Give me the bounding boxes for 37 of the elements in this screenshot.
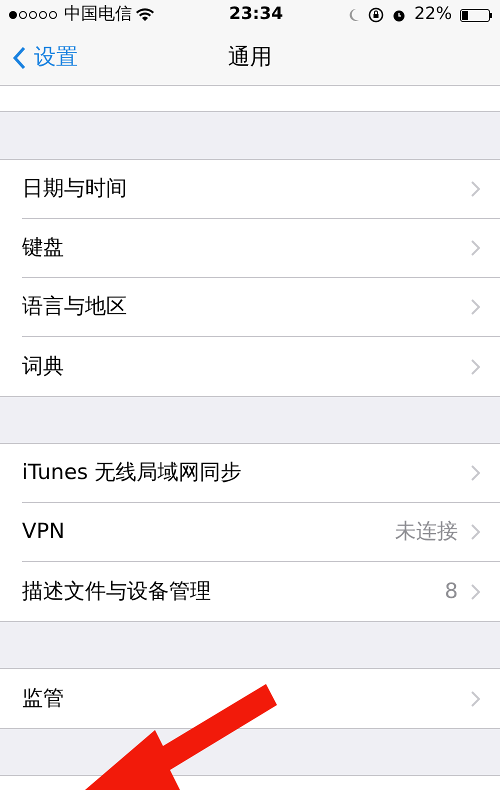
back-button[interactable]: 设置 [0,41,78,74]
chevron-icon [470,524,480,540]
row-value: 8 [444,578,458,605]
settings-row[interactable]: 语言与地区 [22,278,500,337]
battery-icon [460,8,492,22]
chevron-icon [470,690,480,706]
nav-title: 通用 [228,44,272,72]
wifi-icon [136,8,154,22]
signal-icon [8,10,60,20]
back-chevron-icon [12,46,26,70]
chevron-icon [470,465,480,481]
row-value: 未连接 [395,518,458,546]
row-label: 键盘 [22,234,64,262]
settings-row[interactable]: 键盘 [22,219,500,278]
chevron-icon [470,240,480,256]
status-time: 23:34 [229,3,284,26]
row-label: VPN [22,518,65,546]
row-label: 词典 [22,352,64,380]
moon-icon [348,8,360,22]
rotation-lock-icon [368,7,384,23]
row-label: 语言与地区 [22,293,127,320]
carrier-name: 中国电信 [64,3,132,26]
alarm-icon [392,8,406,22]
chevron-icon [470,299,480,315]
row-label: 日期与时间 [22,175,127,202]
chevron-icon [470,181,480,197]
settings-row[interactable]: iTunes 无线局域网同步 [22,444,500,503]
settings-row[interactable]: 描述文件与设备管理 8 [22,562,500,621]
settings-row[interactable]: 词典 [22,337,500,396]
battery-percent: 22% [414,3,452,26]
settings-row[interactable]: VPN 未连接 [22,503,500,562]
row-label: 描述文件与设备管理 [22,578,211,605]
chevron-icon [470,584,480,600]
chevron-icon [470,358,480,374]
row-label: iTunes 无线局域网同步 [22,459,242,486]
settings-row[interactable]: 日期与时间 [22,160,500,219]
row-label: 监管 [22,684,64,712]
